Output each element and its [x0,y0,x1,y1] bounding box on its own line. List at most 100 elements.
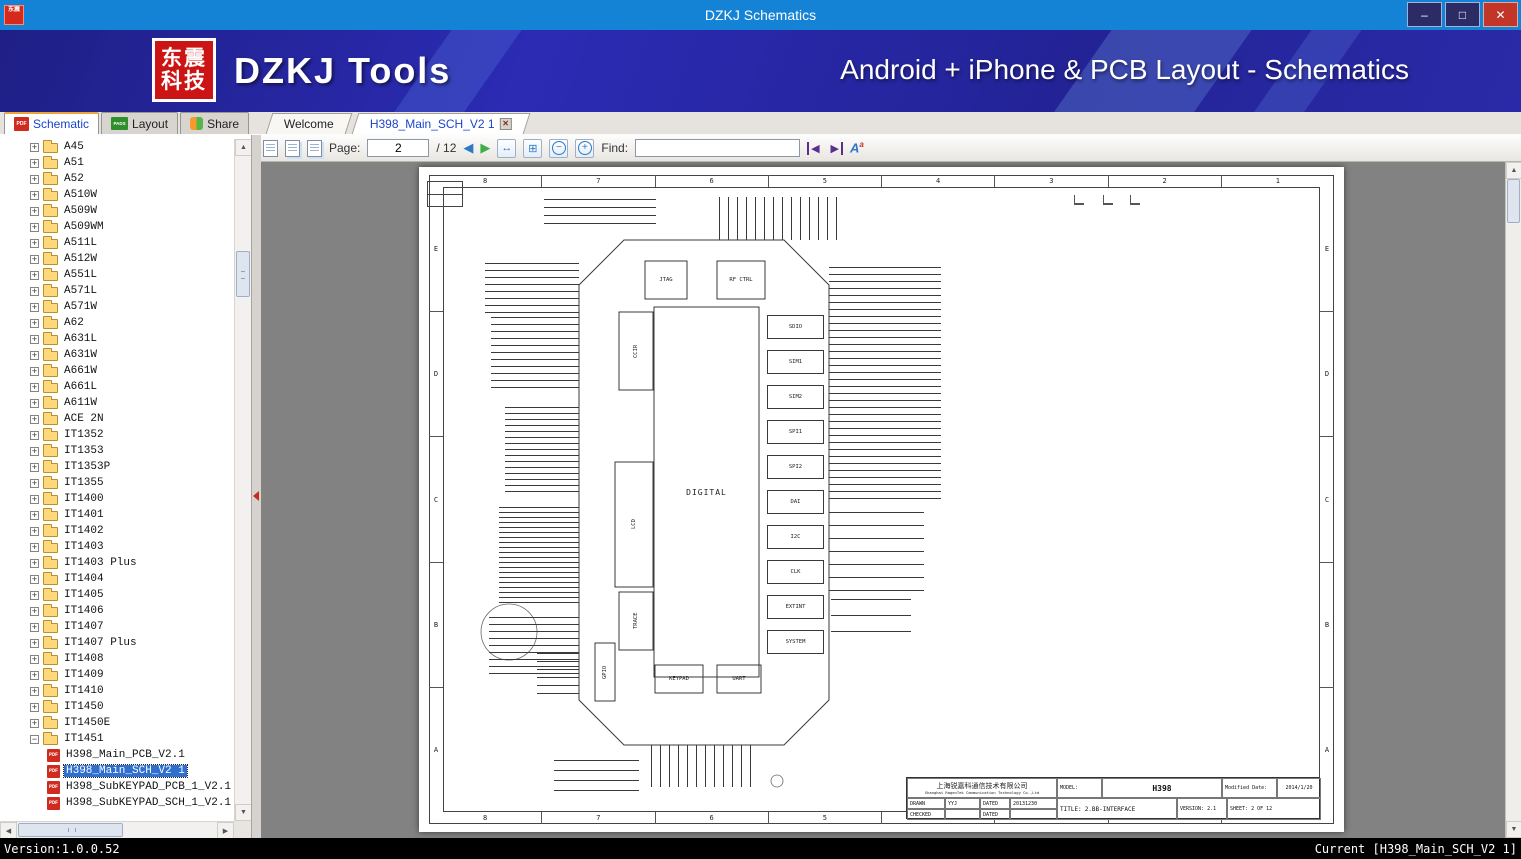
expand-icon[interactable]: + [30,430,39,440]
expand-icon[interactable]: + [30,542,39,552]
expand-icon[interactable]: + [30,174,39,184]
zoom-out-icon[interactable]: − [549,138,569,158]
tree-folder-item[interactable]: + IT1353 [0,443,234,459]
tree-folder-item[interactable]: + A62 [0,315,234,331]
expand-icon[interactable]: + [30,190,39,200]
tree-folder-item[interactable]: + A509WM [0,219,234,235]
scroll-left-icon[interactable]: ◀ [0,822,17,838]
previous-page-icon[interactable]: ◀ [463,140,473,156]
expand-icon[interactable]: + [30,638,39,648]
tab-schematic[interactable]: PDF Schematic [4,112,100,134]
expand-icon[interactable]: + [30,654,39,664]
tree-file-item-selected[interactable]: PDF H398_Main_SCH_V2 1 [0,763,234,779]
scroll-down-icon[interactable]: ▼ [1506,821,1521,838]
tree-folder-item[interactable]: + IT1405 [0,587,234,603]
expand-icon[interactable]: + [30,254,39,264]
expand-icon[interactable]: + [30,446,39,456]
tree-folder-item[interactable]: + IT1403 Plus [0,555,234,571]
tree-folder-item[interactable]: + IT1410 [0,683,234,699]
expand-icon[interactable]: + [30,622,39,632]
tree-folder-item-expanded[interactable]: − IT1451 [0,731,234,747]
zoom-in-icon[interactable]: + [575,138,595,158]
tree-folder-item[interactable]: + A631W [0,347,234,363]
tree-folder-item[interactable]: + A611W [0,395,234,411]
sidebar-vertical-scrollbar[interactable]: ▲ ▼ [234,139,251,821]
tab-welcome[interactable]: Welcome [265,113,353,134]
expand-icon[interactable]: + [30,686,39,696]
expand-icon[interactable]: + [30,670,39,680]
expand-icon[interactable]: + [30,158,39,168]
expand-icon[interactable]: + [30,702,39,712]
scroll-right-icon[interactable]: ▶ [217,822,234,838]
facing-pages-icon[interactable] [307,139,322,157]
tree-folder-item[interactable]: + IT1408 [0,651,234,667]
tree-folder-item[interactable]: + IT1353P [0,459,234,475]
find-next-icon[interactable]: ▶ [829,141,843,155]
viewer-vertical-scrollbar[interactable]: ▲ ▼ [1505,162,1521,838]
close-tab-icon[interactable]: ✕ [499,118,512,130]
tree-folder-item[interactable]: + IT1401 [0,507,234,523]
tree-folder-item[interactable]: + A512W [0,251,234,267]
expand-icon[interactable]: + [30,510,39,520]
find-previous-icon[interactable]: ◀ [807,141,821,155]
scroll-up-icon[interactable]: ▲ [235,139,251,156]
tree-file-item[interactable]: PDF H398_Main_PCB_V2.1 [0,747,234,763]
expand-icon[interactable]: + [30,382,39,392]
expand-icon[interactable]: + [30,366,39,376]
tree-folder-item[interactable]: + A51 [0,155,234,171]
page-number-input[interactable] [367,139,430,157]
tree-folder-item[interactable]: + IT1407 [0,619,234,635]
find-input[interactable] [635,139,801,157]
schematic-viewer[interactable]: 87654321 87654321 EDCBA EDCBA [261,162,1505,838]
expand-icon[interactable]: + [30,494,39,504]
expand-icon[interactable]: + [30,574,39,584]
tree-folder-item[interactable]: + IT1352 [0,427,234,443]
scrollbar-thumb[interactable] [236,251,250,297]
tab-share[interactable]: Share [180,112,250,134]
tree-folder-item[interactable]: + ACE 2N [0,411,234,427]
match-case-icon[interactable]: Aa [850,140,864,155]
tree-folder-item[interactable]: + A661L [0,379,234,395]
tree-folder-item[interactable]: + IT1402 [0,523,234,539]
tree-folder-item[interactable]: + A571W [0,299,234,315]
expand-icon[interactable]: + [30,606,39,616]
fit-page-icon[interactable]: ⊞ [523,138,543,158]
scrollbar-thumb[interactable] [18,823,123,837]
tree-file-item[interactable]: PDF H398_SubKEYPAD_PCB_1_V2.1 [0,779,234,795]
expand-icon[interactable]: + [30,238,39,248]
expand-icon[interactable]: + [30,350,39,360]
tree-folder-item[interactable]: + A511L [0,235,234,251]
tab-layout[interactable]: PADS Layout [101,112,179,134]
scrollbar-thumb[interactable] [1507,179,1520,223]
copy-page-icon[interactable] [285,139,300,157]
tree-file-item[interactable]: PDF H398_SubKEYPAD_SCH_1_V2.1 [0,795,234,811]
expand-icon[interactable]: + [30,718,39,728]
tree-folder-item[interactable]: + A510W [0,187,234,203]
tree-folder-item[interactable]: + A571L [0,283,234,299]
expand-icon[interactable]: + [30,462,39,472]
single-page-icon[interactable] [263,139,278,157]
tree-folder-item[interactable]: + IT1355 [0,475,234,491]
expand-icon[interactable]: + [30,478,39,488]
tree-folder-item[interactable]: + A551L [0,267,234,283]
tab-document[interactable]: H398_Main_SCH_V2 1 ✕ [351,113,531,134]
schematic-page[interactable]: 87654321 87654321 EDCBA EDCBA [419,167,1344,832]
close-button[interactable]: ✕ [1483,2,1518,27]
expand-icon[interactable]: + [30,270,39,280]
next-page-icon[interactable]: ▶ [480,140,490,156]
tree-folder-item[interactable]: + A631L [0,331,234,347]
sidebar-horizontal-scrollbar[interactable]: ◀ ▶ [0,821,234,838]
tree-folder-item[interactable]: + IT1400 [0,491,234,507]
expand-icon[interactable]: + [30,558,39,568]
tree-folder-item[interactable]: + IT1403 [0,539,234,555]
maximize-button[interactable]: □ [1445,2,1480,27]
tree-folder-item[interactable]: + A661W [0,363,234,379]
tree-folder-item[interactable]: + IT1407 Plus [0,635,234,651]
expand-icon[interactable]: + [30,318,39,328]
tree-folder-item[interactable]: + A52 [0,171,234,187]
tree-folder-item[interactable]: + IT1450 [0,699,234,715]
expand-icon[interactable]: + [30,206,39,216]
tree-folder-item[interactable]: + IT1409 [0,667,234,683]
expand-icon[interactable]: + [30,222,39,232]
expand-icon[interactable]: + [30,286,39,296]
